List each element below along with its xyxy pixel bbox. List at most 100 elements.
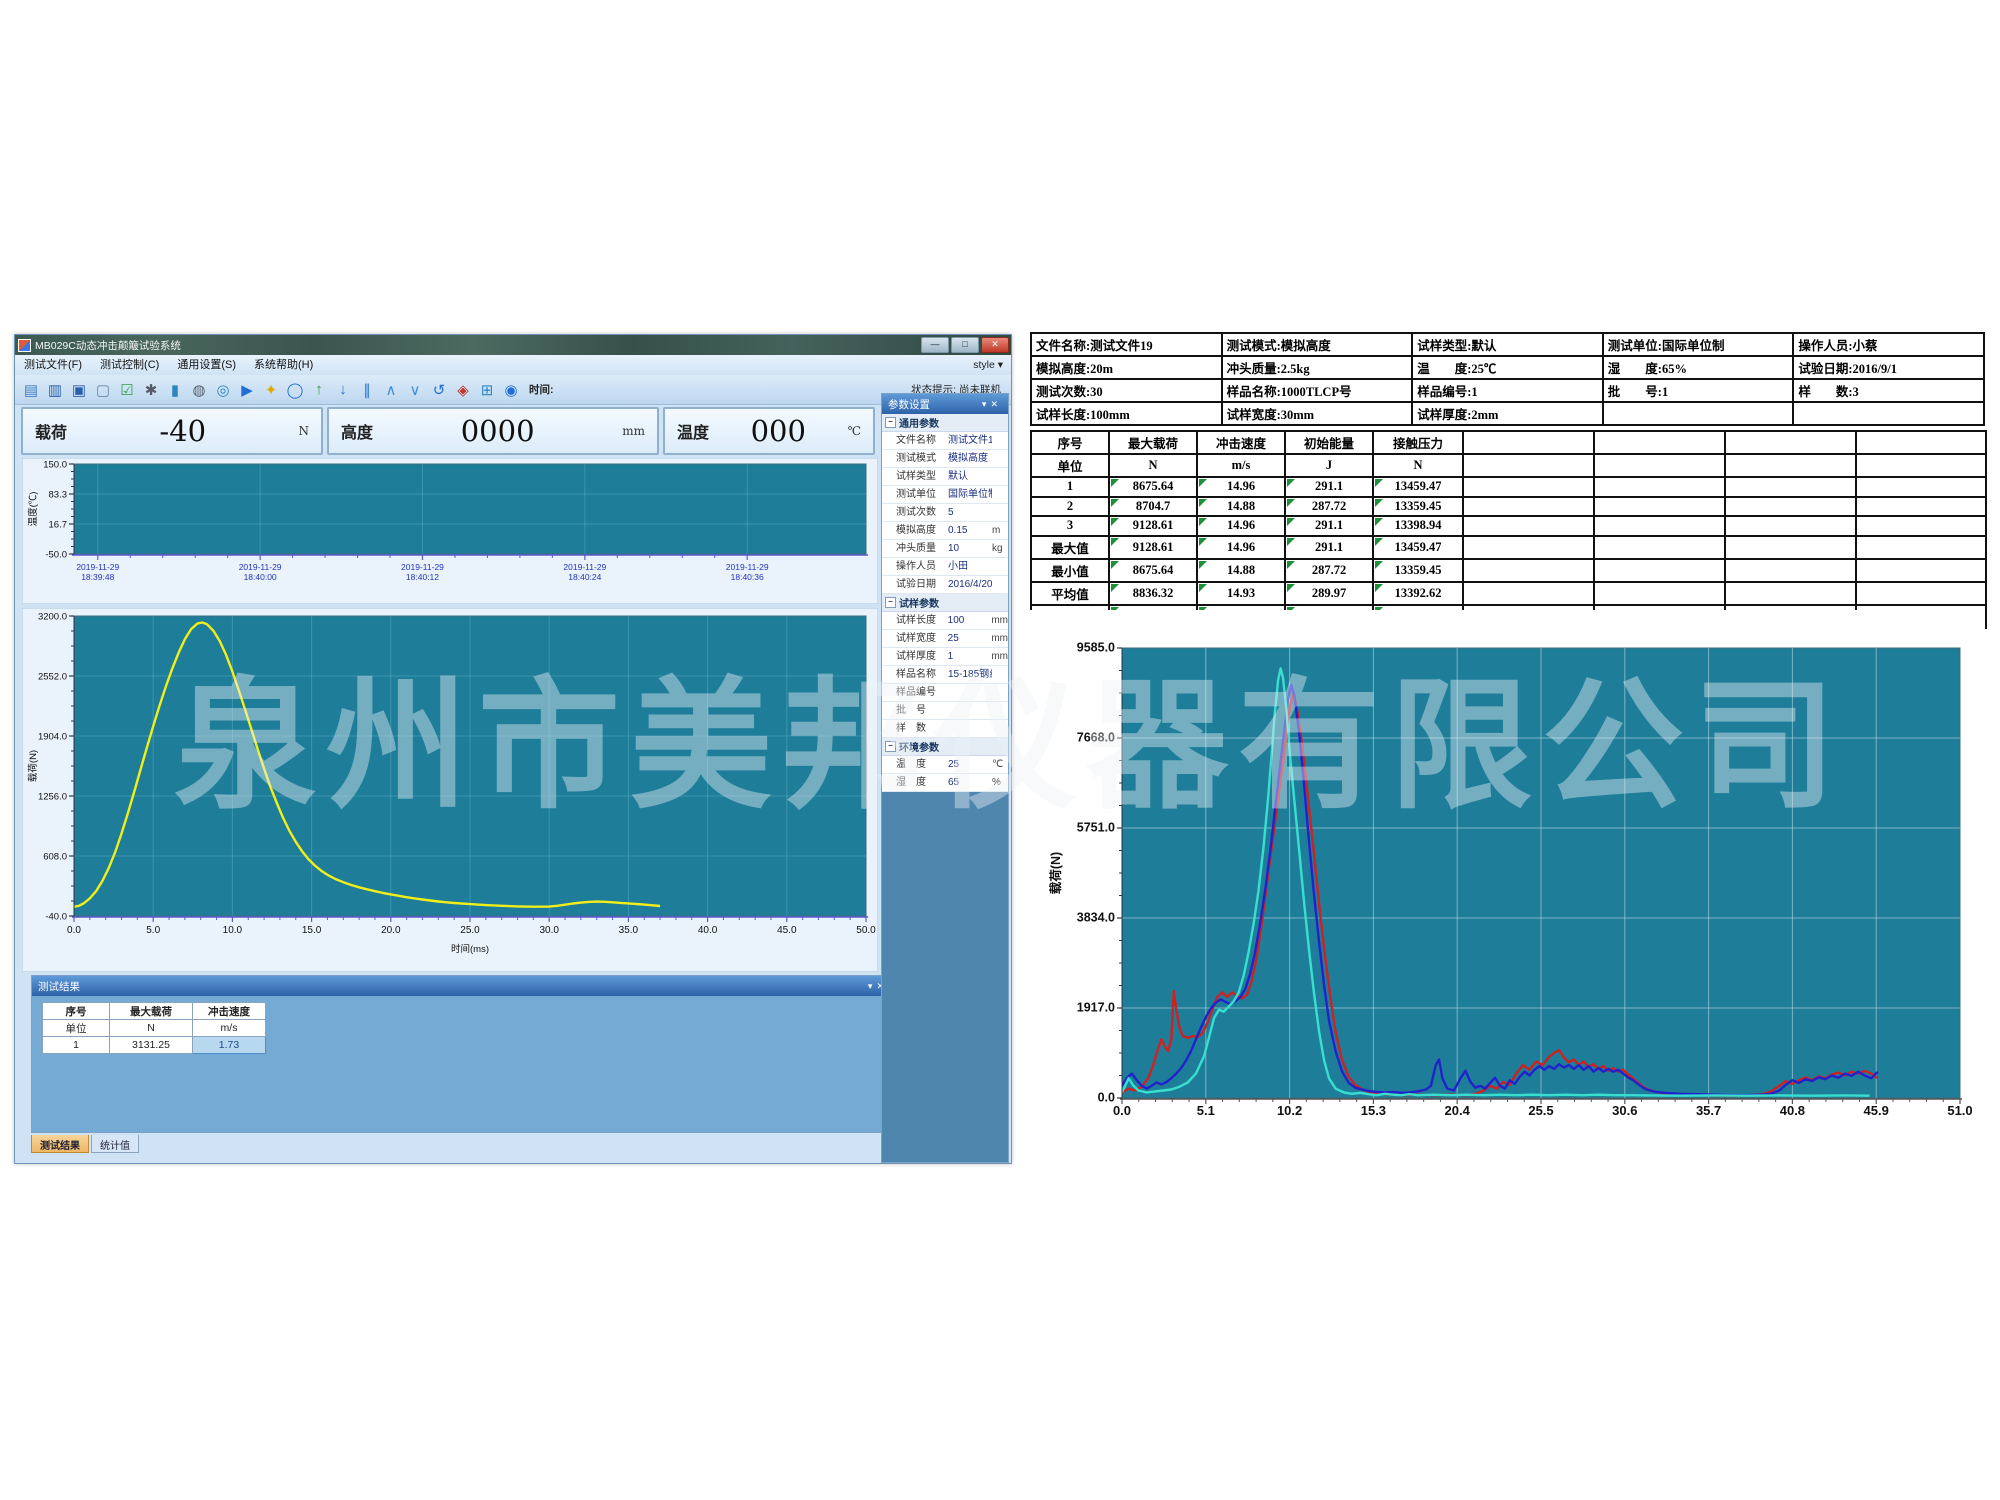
height-label: 高度 bbox=[341, 419, 373, 443]
jog-down-icon[interactable]: ∨ bbox=[404, 379, 426, 401]
param-row: 样品编号 bbox=[882, 684, 1008, 702]
param-value[interactable]: 模拟高度 bbox=[948, 450, 992, 467]
report-cell: 初始能量 bbox=[1285, 431, 1373, 454]
svg-text:2552.0: 2552.0 bbox=[38, 672, 67, 683]
minimize-button[interactable]: — bbox=[921, 337, 949, 353]
results-cell[interactable]: 1.73 bbox=[193, 1037, 266, 1054]
new-file-icon[interactable]: ▤ bbox=[20, 379, 42, 401]
reset-icon[interactable]: ↺ bbox=[428, 379, 450, 401]
param-value[interactable]: 默认 bbox=[948, 468, 992, 485]
param-value[interactable]: 国际单位制 bbox=[948, 486, 992, 503]
report-cell bbox=[1856, 477, 1986, 497]
svg-text:45.9: 45.9 bbox=[1864, 1103, 1889, 1118]
results-panel-header[interactable]: 测试结果 ▾✕ bbox=[32, 976, 894, 996]
param-label: 测试次数 bbox=[882, 504, 948, 521]
close-button[interactable]: ✕ bbox=[981, 337, 1009, 353]
scale-icon[interactable]: ⊞ bbox=[476, 379, 498, 401]
param-value[interactable] bbox=[948, 720, 992, 737]
device-check-icon[interactable]: ☑ bbox=[116, 379, 138, 401]
close-panel-icon[interactable]: ✕ bbox=[990, 399, 1002, 409]
param-value[interactable]: 100 bbox=[948, 612, 992, 629]
param-section-header[interactable]: −试样参数 bbox=[882, 594, 1008, 612]
svg-text:25.0: 25.0 bbox=[460, 925, 480, 936]
collapse-icon[interactable]: − bbox=[885, 417, 896, 428]
bottom-tabs: 测试结果统计值 bbox=[31, 1135, 139, 1153]
load-unit: N bbox=[299, 424, 310, 438]
parameters-panel-header[interactable]: 参数设置 ▾✕ bbox=[882, 394, 1008, 414]
load-curve-chart: 0.05.010.015.020.025.030.035.040.045.050… bbox=[22, 608, 878, 972]
pause-icon[interactable]: ∥ bbox=[356, 379, 378, 401]
lock-icon[interactable]: ◈ bbox=[452, 379, 474, 401]
style-selector[interactable]: style ▾ bbox=[973, 359, 1003, 371]
start-test-icon[interactable]: ▶ bbox=[236, 379, 258, 401]
param-value[interactable]: 5 bbox=[948, 504, 992, 521]
param-value[interactable]: 1 bbox=[948, 648, 992, 665]
param-row: 测试次数5 bbox=[882, 504, 1008, 522]
menu-item-2[interactable]: 通用设置(S) bbox=[168, 355, 245, 375]
param-value[interactable]: 15-185钢丝带 bbox=[948, 666, 992, 683]
param-value[interactable]: 2016/4/20 bbox=[948, 576, 992, 593]
info-cell: 试样类型:默认 bbox=[1412, 333, 1603, 356]
results-cell: 最大载荷 bbox=[110, 1003, 193, 1020]
time-label: 时间: bbox=[529, 382, 554, 397]
param-label: 测试模式 bbox=[882, 450, 948, 467]
tab-0[interactable]: 测试结果 bbox=[31, 1135, 89, 1153]
svg-text:0.0: 0.0 bbox=[1098, 1091, 1115, 1105]
test-results-panel: 测试结果 ▾✕ 序号最大载荷冲击速度单位Nm/s13131.251.73 bbox=[31, 975, 895, 1133]
monitor-icon[interactable]: ◎ bbox=[212, 379, 234, 401]
svg-text:30.6: 30.6 bbox=[1612, 1103, 1637, 1118]
param-unit bbox=[992, 558, 1008, 575]
open-file-icon[interactable]: ▥ bbox=[44, 379, 66, 401]
report-cell: 287.72 bbox=[1285, 559, 1373, 582]
param-section-header[interactable]: −环境参数 bbox=[882, 738, 1008, 756]
report-cell: 289.97 bbox=[1285, 582, 1373, 605]
settings-gear-icon[interactable]: ✱ bbox=[140, 379, 162, 401]
raise-arrow-icon[interactable]: ↑ bbox=[308, 379, 330, 401]
power-icon[interactable]: ◉ bbox=[500, 379, 522, 401]
info-cell: 操作人员:小蔡 bbox=[1793, 333, 1984, 356]
report-cell: N bbox=[1109, 454, 1197, 477]
close-file-icon[interactable]: ▢ bbox=[92, 379, 114, 401]
svg-text:45.0: 45.0 bbox=[777, 925, 797, 936]
param-value[interactable]: 0.15 bbox=[948, 522, 992, 539]
info-cell: 测试模式:模拟高度 bbox=[1222, 333, 1413, 356]
stop-circle-icon[interactable]: ◯ bbox=[284, 379, 306, 401]
save-icon[interactable]: ▣ bbox=[68, 379, 90, 401]
report-cell: 8704.7 bbox=[1109, 497, 1197, 517]
tab-1[interactable]: 统计值 bbox=[91, 1135, 139, 1153]
lower-arrow-icon[interactable]: ↓ bbox=[332, 379, 354, 401]
clean-brush-icon[interactable]: ✦ bbox=[260, 379, 282, 401]
menu-item-0[interactable]: 测试文件(F) bbox=[15, 355, 91, 375]
calibration-icon[interactable]: ▮ bbox=[164, 379, 186, 401]
param-value[interactable]: 小田 bbox=[948, 558, 992, 575]
collapse-icon[interactable]: − bbox=[885, 741, 896, 752]
param-unit: mm bbox=[991, 612, 1008, 629]
svg-text:15.3: 15.3 bbox=[1361, 1103, 1386, 1118]
param-value[interactable] bbox=[948, 702, 992, 719]
param-unit bbox=[992, 486, 1008, 503]
param-value[interactable] bbox=[948, 684, 992, 701]
param-label: 试样宽度 bbox=[882, 630, 948, 647]
param-value[interactable]: 25 bbox=[948, 756, 992, 773]
report-cell bbox=[1594, 516, 1725, 536]
results-cell: 序号 bbox=[43, 1003, 110, 1020]
param-unit bbox=[992, 576, 1008, 593]
jog-up-icon[interactable]: ∧ bbox=[380, 379, 402, 401]
param-section-title: 试样参数 bbox=[899, 595, 939, 610]
title-bar[interactable]: MB029C动态冲击颠簸试验系统 — □ ✕ bbox=[15, 335, 1011, 355]
collapse-icon[interactable]: − bbox=[885, 597, 896, 608]
menu-item-1[interactable]: 测试控制(C) bbox=[91, 355, 168, 375]
svg-text:5.0: 5.0 bbox=[146, 925, 160, 936]
svg-text:2019-11-2918:39:48: 2019-11-2918:39:48 bbox=[76, 562, 119, 582]
info-cell: 批 号:1 bbox=[1603, 379, 1794, 402]
gauge-icon[interactable]: ◍ bbox=[188, 379, 210, 401]
param-value[interactable]: 10 bbox=[948, 540, 992, 557]
report-cell bbox=[1856, 559, 1986, 582]
param-section-header[interactable]: −通用参数 bbox=[882, 414, 1008, 432]
menu-item-3[interactable]: 系统帮助(H) bbox=[245, 355, 322, 375]
param-value[interactable]: 25 bbox=[948, 630, 992, 647]
maximize-button[interactable]: □ bbox=[951, 337, 979, 353]
param-value[interactable]: 测试文件1 bbox=[948, 432, 992, 449]
param-value[interactable]: 65 bbox=[948, 774, 992, 791]
param-unit bbox=[992, 684, 1008, 701]
